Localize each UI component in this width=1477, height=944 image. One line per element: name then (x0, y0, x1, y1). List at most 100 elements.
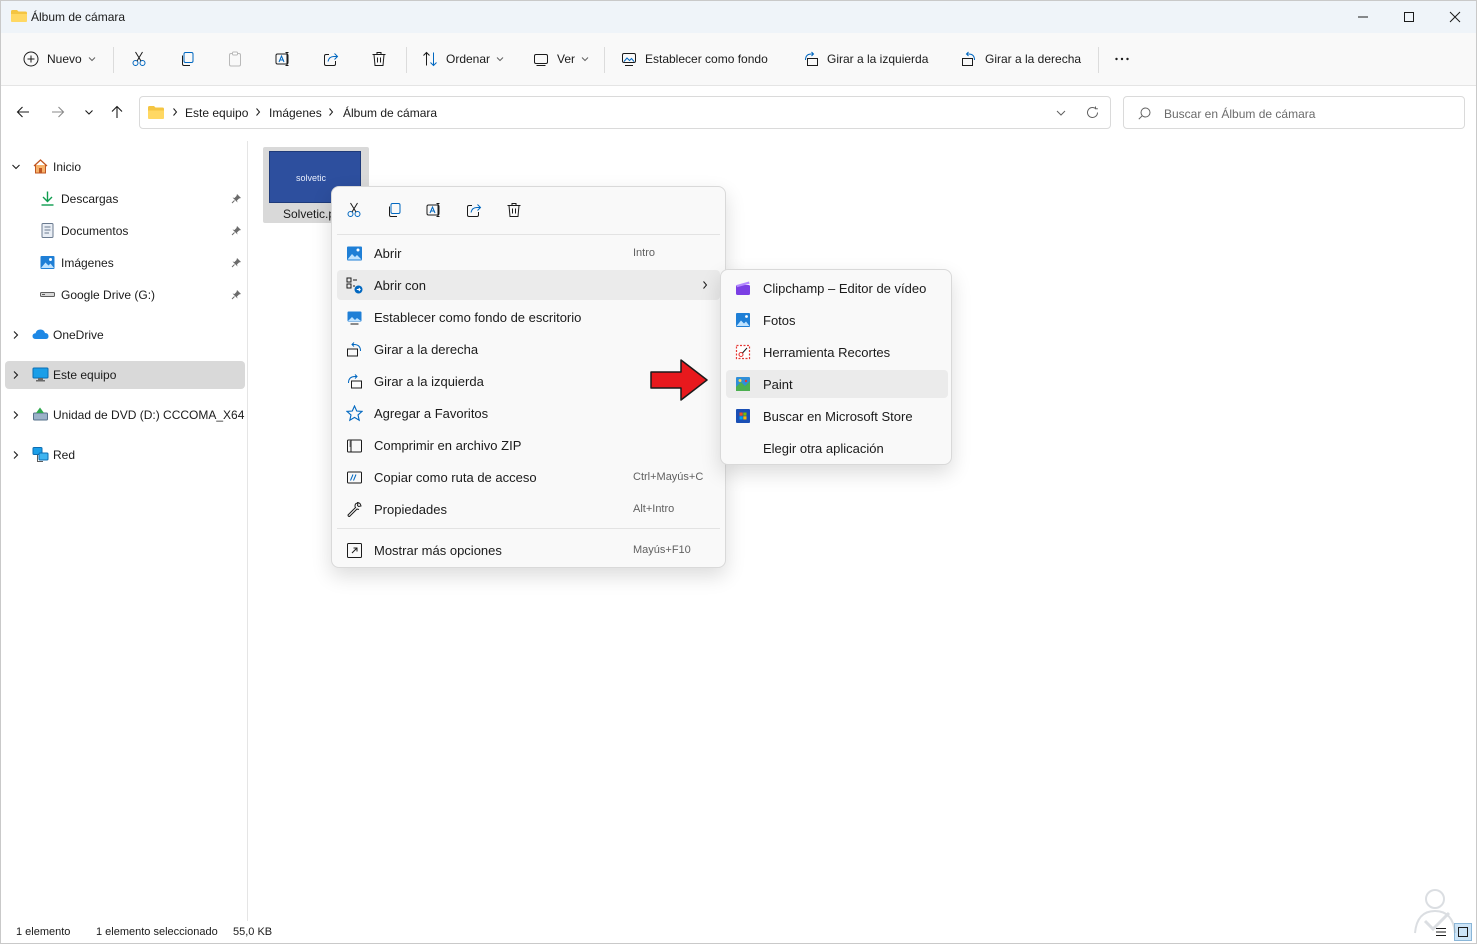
address-bar[interactable]: Este equipo Imágenes Álbum de cámara (139, 96, 1111, 129)
close-button[interactable] (1432, 1, 1477, 33)
minimize-icon (1358, 16, 1368, 18)
view-label: Ver (557, 52, 576, 66)
menu-item-label: Abrir con (374, 278, 427, 293)
document-icon (41, 223, 54, 238)
sidebar-item-onedrive[interactable]: OneDrive (5, 321, 245, 349)
chevron-down-icon (581, 57, 589, 62)
sidebar-item-google-drive[interactable]: Google Drive (G:) (5, 281, 245, 309)
chevron-right-icon[interactable] (11, 450, 21, 460)
submenu-item-clipchamp[interactable]: Clipchamp – Editor de vídeo (726, 274, 948, 302)
submenu-item-label: Fotos (763, 313, 796, 328)
menu-item-abrir[interactable]: Abrir Intro (337, 238, 720, 268)
breadcrumb-imagenes[interactable]: Imágenes (269, 106, 322, 120)
wrench-icon (347, 502, 362, 518)
sidebar-item-inicio[interactable]: Inicio (5, 153, 245, 181)
submenu-item-paint[interactable]: Paint (726, 370, 948, 398)
search-input[interactable]: Buscar en Álbum de cámara (1123, 96, 1465, 129)
status-item-count: 1 elemento (16, 926, 71, 938)
set-background-button[interactable]: Establecer como fondo (621, 46, 768, 72)
chevron-down-icon (88, 57, 96, 62)
submenu-item-choose-app[interactable]: Elegir otra aplicación (726, 434, 948, 462)
copy-button[interactable] (179, 46, 195, 72)
up-button[interactable] (106, 101, 128, 123)
ctx-copy-button[interactable] (384, 200, 404, 220)
menu-item-label: Abrir (374, 246, 402, 261)
submenu-item-store[interactable]: Buscar en Microsoft Store (726, 402, 948, 430)
paint-icon (736, 377, 750, 391)
menu-item-abrir-con[interactable]: Abrir con (337, 270, 720, 300)
snipping-tool-icon (735, 344, 751, 360)
menu-item-zip[interactable]: Comprimir en archivo ZIP (337, 430, 720, 460)
chevron-right-icon (173, 108, 178, 116)
chevron-right-icon[interactable] (11, 370, 21, 380)
refresh-icon[interactable] (1086, 106, 1099, 119)
pin-icon[interactable] (231, 257, 242, 268)
sidebar-item-descargas[interactable]: Descargas (5, 185, 245, 213)
sidebar-item-label: Descargas (61, 192, 119, 206)
ctx-delete-button[interactable] (504, 200, 524, 220)
chevron-down-icon[interactable] (1055, 107, 1067, 119)
recent-locations-button[interactable] (78, 101, 100, 123)
menu-item-label: Copiar como ruta de acceso (374, 470, 537, 485)
pin-icon[interactable] (231, 225, 242, 236)
delete-button[interactable] (371, 46, 387, 72)
rotate-left-label: Girar a la izquierda (827, 52, 929, 66)
minimize-button[interactable] (1340, 1, 1386, 33)
menu-item-label: Comprimir en archivo ZIP (374, 438, 522, 453)
sidebar-item-label: Este equipo (53, 368, 117, 382)
breadcrumb-album[interactable]: Álbum de cámara (343, 106, 437, 120)
paste-button[interactable] (227, 46, 243, 72)
breadcrumb-este-equipo[interactable]: Este equipo (185, 106, 248, 120)
forward-button[interactable] (47, 101, 69, 123)
pictures-icon (40, 256, 55, 269)
sidebar-item-red[interactable]: Red (5, 441, 245, 469)
share-button[interactable] (323, 46, 339, 72)
menu-item-set-background[interactable]: Establecer como fondo de escritorio (337, 302, 720, 332)
rotate-left-button[interactable]: Girar a la izquierda (803, 46, 928, 72)
rename-button[interactable] (275, 46, 291, 72)
menu-item-label: Establecer como fondo de escritorio (374, 310, 582, 325)
back-button[interactable] (12, 101, 34, 123)
title-bar[interactable]: Álbum de cámara (1, 1, 1476, 33)
sidebar-item-este-equipo[interactable]: Este equipo (5, 361, 245, 389)
ctx-share-button[interactable] (464, 200, 484, 220)
rotate-right-button[interactable]: Girar a la derecha (961, 46, 1081, 72)
chevron-down-icon[interactable] (11, 162, 21, 172)
menu-item-properties[interactable]: Propiedades Alt+Intro (337, 494, 720, 524)
menu-item-label: Girar a la izquierda (374, 374, 484, 389)
sort-button[interactable]: Ordenar (422, 46, 504, 72)
new-button[interactable]: Nuevo (23, 46, 96, 72)
more-options-icon (347, 543, 362, 558)
pin-icon[interactable] (231, 193, 242, 204)
sidebar-item-imagenes[interactable]: Imágenes (5, 249, 245, 277)
pane-divider[interactable] (247, 141, 248, 921)
chevron-right-icon[interactable] (11, 410, 21, 420)
sidebar-item-label: OneDrive (53, 328, 104, 342)
menu-item-copy-path[interactable]: Copiar como ruta de acceso Ctrl+Mayús+C (337, 462, 720, 492)
menu-item-favorites[interactable]: Agregar a Favoritos (337, 398, 720, 428)
chevron-right-icon (256, 108, 261, 116)
submenu-item-label: Clipchamp – Editor de vídeo (763, 281, 927, 296)
ctx-rename-button[interactable] (424, 200, 444, 220)
sidebar-item-documentos[interactable]: Documentos (5, 217, 245, 245)
maximize-button[interactable] (1386, 1, 1432, 33)
more-options-button[interactable] (1114, 46, 1130, 72)
share-icon (467, 204, 482, 217)
submenu-item-fotos[interactable]: Fotos (726, 306, 948, 334)
sidebar-item-dvd[interactable]: Unidad de DVD (D:) CCCOMA_X64FRE_ES-ES_D… (5, 401, 245, 429)
cut-button[interactable] (131, 46, 147, 72)
toolbar-divider (406, 47, 407, 73)
maximize-icon (1404, 12, 1414, 22)
chevron-right-icon[interactable] (11, 330, 21, 340)
ctx-cut-button[interactable] (344, 200, 364, 220)
zip-folder-icon (347, 439, 362, 453)
rotate-right-icon (347, 342, 361, 357)
submenu-item-label: Paint (763, 377, 793, 392)
scissors-icon (132, 51, 146, 66)
view-button[interactable]: Ver (533, 46, 589, 72)
pin-icon[interactable] (231, 289, 242, 300)
menu-item-more-options[interactable]: Mostrar más opciones Mayús+F10 (337, 535, 720, 565)
submenu-item-recortes[interactable]: Herramienta Recortes (726, 338, 948, 366)
folder-icon (148, 106, 164, 119)
watermark-logo (1414, 889, 1456, 934)
